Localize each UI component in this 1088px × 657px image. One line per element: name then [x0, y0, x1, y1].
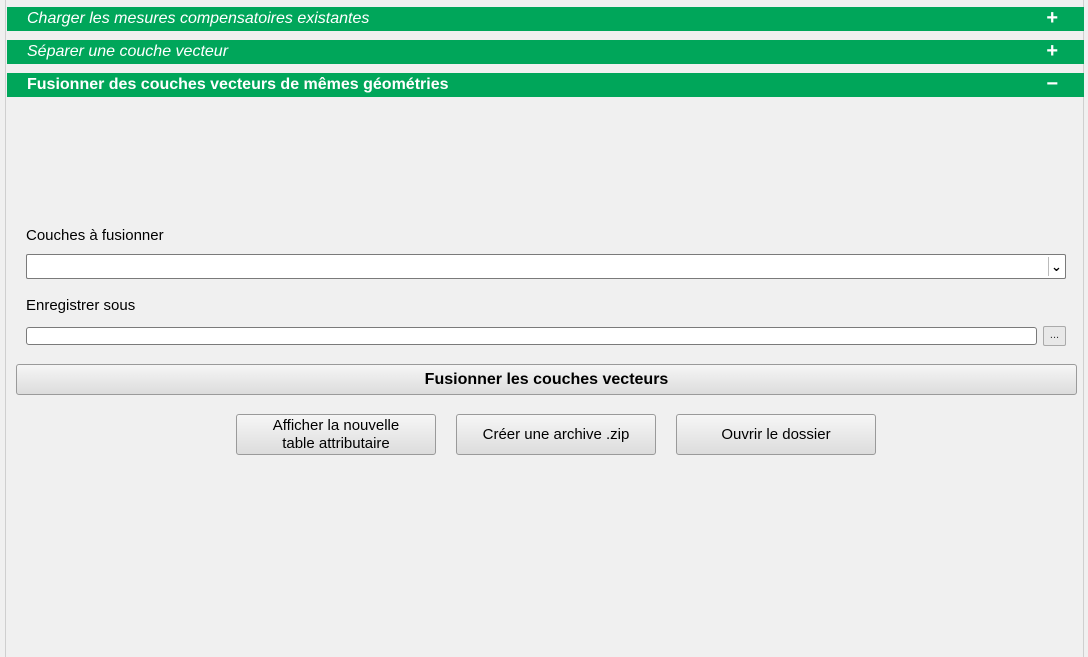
section-split-layer[interactable]: Séparer une couche vecteur + [7, 40, 1084, 64]
layers-label: Couches à fusionner [26, 227, 164, 244]
section-load-measures[interactable]: Charger les mesures compensatoires exist… [7, 7, 1084, 31]
open-folder-button[interactable]: Ouvrir le dossier [676, 414, 876, 455]
collapse-icon[interactable]: − [1046, 73, 1058, 95]
browse-button[interactable]: ... [1043, 326, 1066, 346]
expand-icon[interactable]: + [1046, 7, 1058, 29]
chevron-down-icon[interactable]: ⌄ [1048, 257, 1064, 276]
section-merge-layers[interactable]: Fusionner des couches vecteurs de mêmes … [7, 73, 1084, 97]
section-title: Fusionner des couches vecteurs de mêmes … [27, 76, 449, 93]
expand-icon[interactable]: + [1046, 40, 1058, 62]
save-as-label: Enregistrer sous [26, 297, 136, 314]
merge-layers-button[interactable]: Fusionner les couches vecteurs [16, 364, 1077, 395]
show-attribute-table-button[interactable]: Afficher la nouvelle table attributaire [236, 414, 436, 455]
section-title: Charger les mesures compensatoires exist… [27, 10, 370, 27]
layers-combobox[interactable]: ⌄ [26, 254, 1066, 279]
create-zip-button[interactable]: Créer une archive .zip [456, 414, 656, 455]
save-path-input[interactable] [26, 327, 1037, 345]
section-title: Séparer une couche vecteur [27, 43, 229, 60]
